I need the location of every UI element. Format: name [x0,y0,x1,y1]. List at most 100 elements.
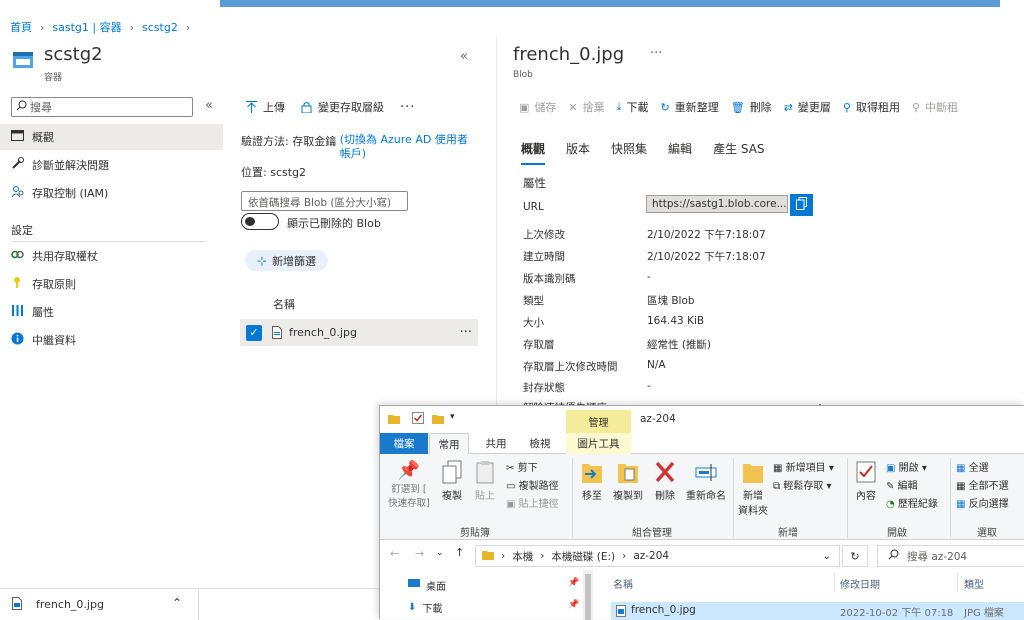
change-tier-button[interactable]: ⇄ 變更層 [784,99,831,115]
refresh-button[interactable]: ↻ [842,545,868,567]
tab-share[interactable]: 共用 [476,433,516,454]
nav-access-policy[interactable]: 存取原則 [0,271,223,297]
up-icon[interactable]: ↑ [455,546,464,559]
row-checkbox[interactable]: ✓ [246,324,262,341]
path-segment[interactable]: az-204 [633,550,669,562]
paste-button[interactable]: 貼上 [472,460,498,502]
download-label: 下載 [626,101,649,114]
new-item-button[interactable]: ▦ 新增項目 ▾ [773,459,834,474]
properties-quick-icon[interactable] [412,412,424,427]
manage-tab[interactable]: 管理 [566,410,631,433]
explorer-search-input[interactable]: 搜尋 az-204 [877,545,1024,567]
tab-view[interactable]: 檢視 [520,433,560,454]
chevron-right-icon: › [185,20,191,34]
nav-overview[interactable]: 概觀 [0,124,223,150]
select-none-button[interactable]: ▦ 全部不選 [956,477,1009,492]
download-button[interactable]: ⤓ 下載 [617,99,649,115]
save-button[interactable]: ▣ 儲存 [519,99,556,115]
column-header-date[interactable]: 修改日期 [840,576,880,591]
column-header-type[interactable]: 類型 [964,576,984,591]
tab-picture-tools[interactable]: 圖片工具 [566,433,631,454]
show-deleted-toggle[interactable] [241,213,279,230]
recent-dropdown-icon[interactable]: ⌄ [436,548,444,558]
nav-downloads[interactable]: ⬇ 下載 [408,600,442,615]
copy-to-label: 複製到 [613,491,643,502]
rename-button[interactable]: 重新命名 [684,460,728,502]
discard-button[interactable]: ✕ 捨棄 [568,99,604,115]
select-all-button[interactable]: ▦ 全選 [956,459,989,474]
file-name[interactable]: french_0.jpg [289,326,357,339]
cut-button[interactable]: ✂ 剪下 [506,459,538,474]
blob-more-icon[interactable]: ··· [650,46,662,61]
url-field[interactable]: https://sastg1.blob.core... [646,195,788,213]
address-bar[interactable]: › 本機 › 本機磁碟 (E:) › az-204 ⌄ [475,545,840,567]
breadcrumb-container[interactable]: scstg2 [142,21,178,34]
file-row[interactable]: french_0.jpg 2022-10-02 下午 07:18 JPG 檔案 [611,602,1024,620]
upload-button[interactable]: 上傳 [246,99,285,115]
path-segment[interactable]: 本機磁碟 (E:) [551,549,615,564]
pin-quick-access-button[interactable]: 📌 釘選到 [ 快速存取] [388,460,430,509]
table-row[interactable]: ✓ french_0.jpg ··· [240,319,478,346]
tab-overview[interactable]: 概觀 [521,140,546,165]
new-folder-quick-icon[interactable] [432,413,444,427]
tab-edit[interactable]: 編輯 [668,140,692,165]
row-more-icon[interactable]: ··· [460,325,472,340]
pin-icon[interactable]: 📌 [568,578,579,588]
nav-sas[interactable]: 共用存取權杖 [0,243,223,269]
download-file-name[interactable]: french_0.jpg [36,598,104,611]
copy-path-button[interactable]: ▭ 複製路徑 [506,477,559,492]
copy-to-button[interactable]: 複製到 [612,460,644,502]
blob-toolbar: ▣ 儲存 ✕ 捨棄 ⤓ 下載 ↻ 重新整理 🗑 刪除 ⇄ 變更層 ⚲ 取得租用 ⚲ 中斷租 [519,99,958,115]
easy-access-button[interactable]: ⧉ 輕鬆存取 ▾ [773,477,832,492]
properties-button[interactable]: 內容 [852,460,880,502]
collapse-menu-icon[interactable]: « [205,98,213,113]
nav-desktop[interactable]: 桌面 [408,578,446,593]
break-lease-button[interactable]: ⚲ 中斷租 [912,99,958,115]
delete-button[interactable]: 刪除 [652,460,678,502]
customize-quick-access-icon[interactable]: ▾ [450,412,455,422]
chevron-up-icon[interactable]: ⌃ [172,596,182,610]
nav-iam[interactable]: 存取控制 (IAM) [0,180,223,206]
column-divider[interactable] [834,572,835,592]
tab-home[interactable]: 常用 [429,433,469,454]
move-to-button[interactable]: 移至 [578,460,606,502]
nav-metadata[interactable]: 中繼資料 [0,327,223,353]
location: 位置: scstg2 [241,164,306,180]
breadcrumb-home[interactable]: 首頁 [10,19,32,35]
edit-button[interactable]: ✎ 編輯 [886,477,918,492]
menu-search-input[interactable]: 搜尋 [11,97,193,117]
refresh-button[interactable]: ↻ 重新整理 [661,99,719,115]
nav-diagnose[interactable]: 診斷並解決問題 [0,152,223,178]
breadcrumb-account[interactable]: sastg1 | 容器 [52,19,121,35]
column-name-header[interactable]: 名稱 [273,296,295,312]
switch-auth-link[interactable]: (切換為 Azure AD 使用者帳戶) [340,133,472,161]
history-button[interactable]: ◔ 歷程紀錄 [886,495,938,510]
delete-button[interactable]: 🗑 刪除 [731,99,772,115]
nav-scrollbar-thumb[interactable] [585,574,591,620]
blob-prefix-search-input[interactable]: 依首碼搜尋 Blob (區分大小寫) [241,191,408,211]
tab-snapshots[interactable]: 快照集 [611,140,647,165]
new-folder-button[interactable]: 新增 資料夾 [737,460,769,517]
path-segment[interactable]: 本機 [512,549,533,564]
column-header-name[interactable]: 名稱 [613,576,633,591]
forward-icon[interactable]: → [415,547,424,560]
add-filter-button[interactable]: ⊹ 新增篩選 [245,250,329,271]
collapse-icon[interactable]: « [460,49,468,64]
nav-properties[interactable]: 屬性 [0,299,223,325]
tab-versions[interactable]: 版本 [566,140,590,165]
open-button[interactable]: ▣ 開啟 ▾ [886,459,927,474]
column-divider[interactable] [957,572,958,592]
address-dropdown-icon[interactable]: ⌄ [822,550,831,562]
paste-shortcut-button[interactable]: ▣ 貼上捷徑 [506,495,559,510]
break-lease-label: 中斷租 [925,101,959,114]
tab-generate-sas[interactable]: 產生 SAS [713,140,764,165]
pin-icon[interactable]: 📌 [568,600,579,610]
more-icon[interactable]: ··· [400,100,415,115]
acquire-lease-button[interactable]: ⚲ 取得租用 [843,99,900,115]
invert-selection-button[interactable]: ▦ 反向選擇 [956,495,1009,510]
change-access-level-button[interactable]: 變更存取層級 [301,99,384,115]
back-icon[interactable]: ← [390,547,399,560]
copy-button[interactable] [790,194,813,216]
copy-button[interactable]: 複製 [438,460,466,502]
tab-file[interactable]: 檔案 [380,433,428,454]
